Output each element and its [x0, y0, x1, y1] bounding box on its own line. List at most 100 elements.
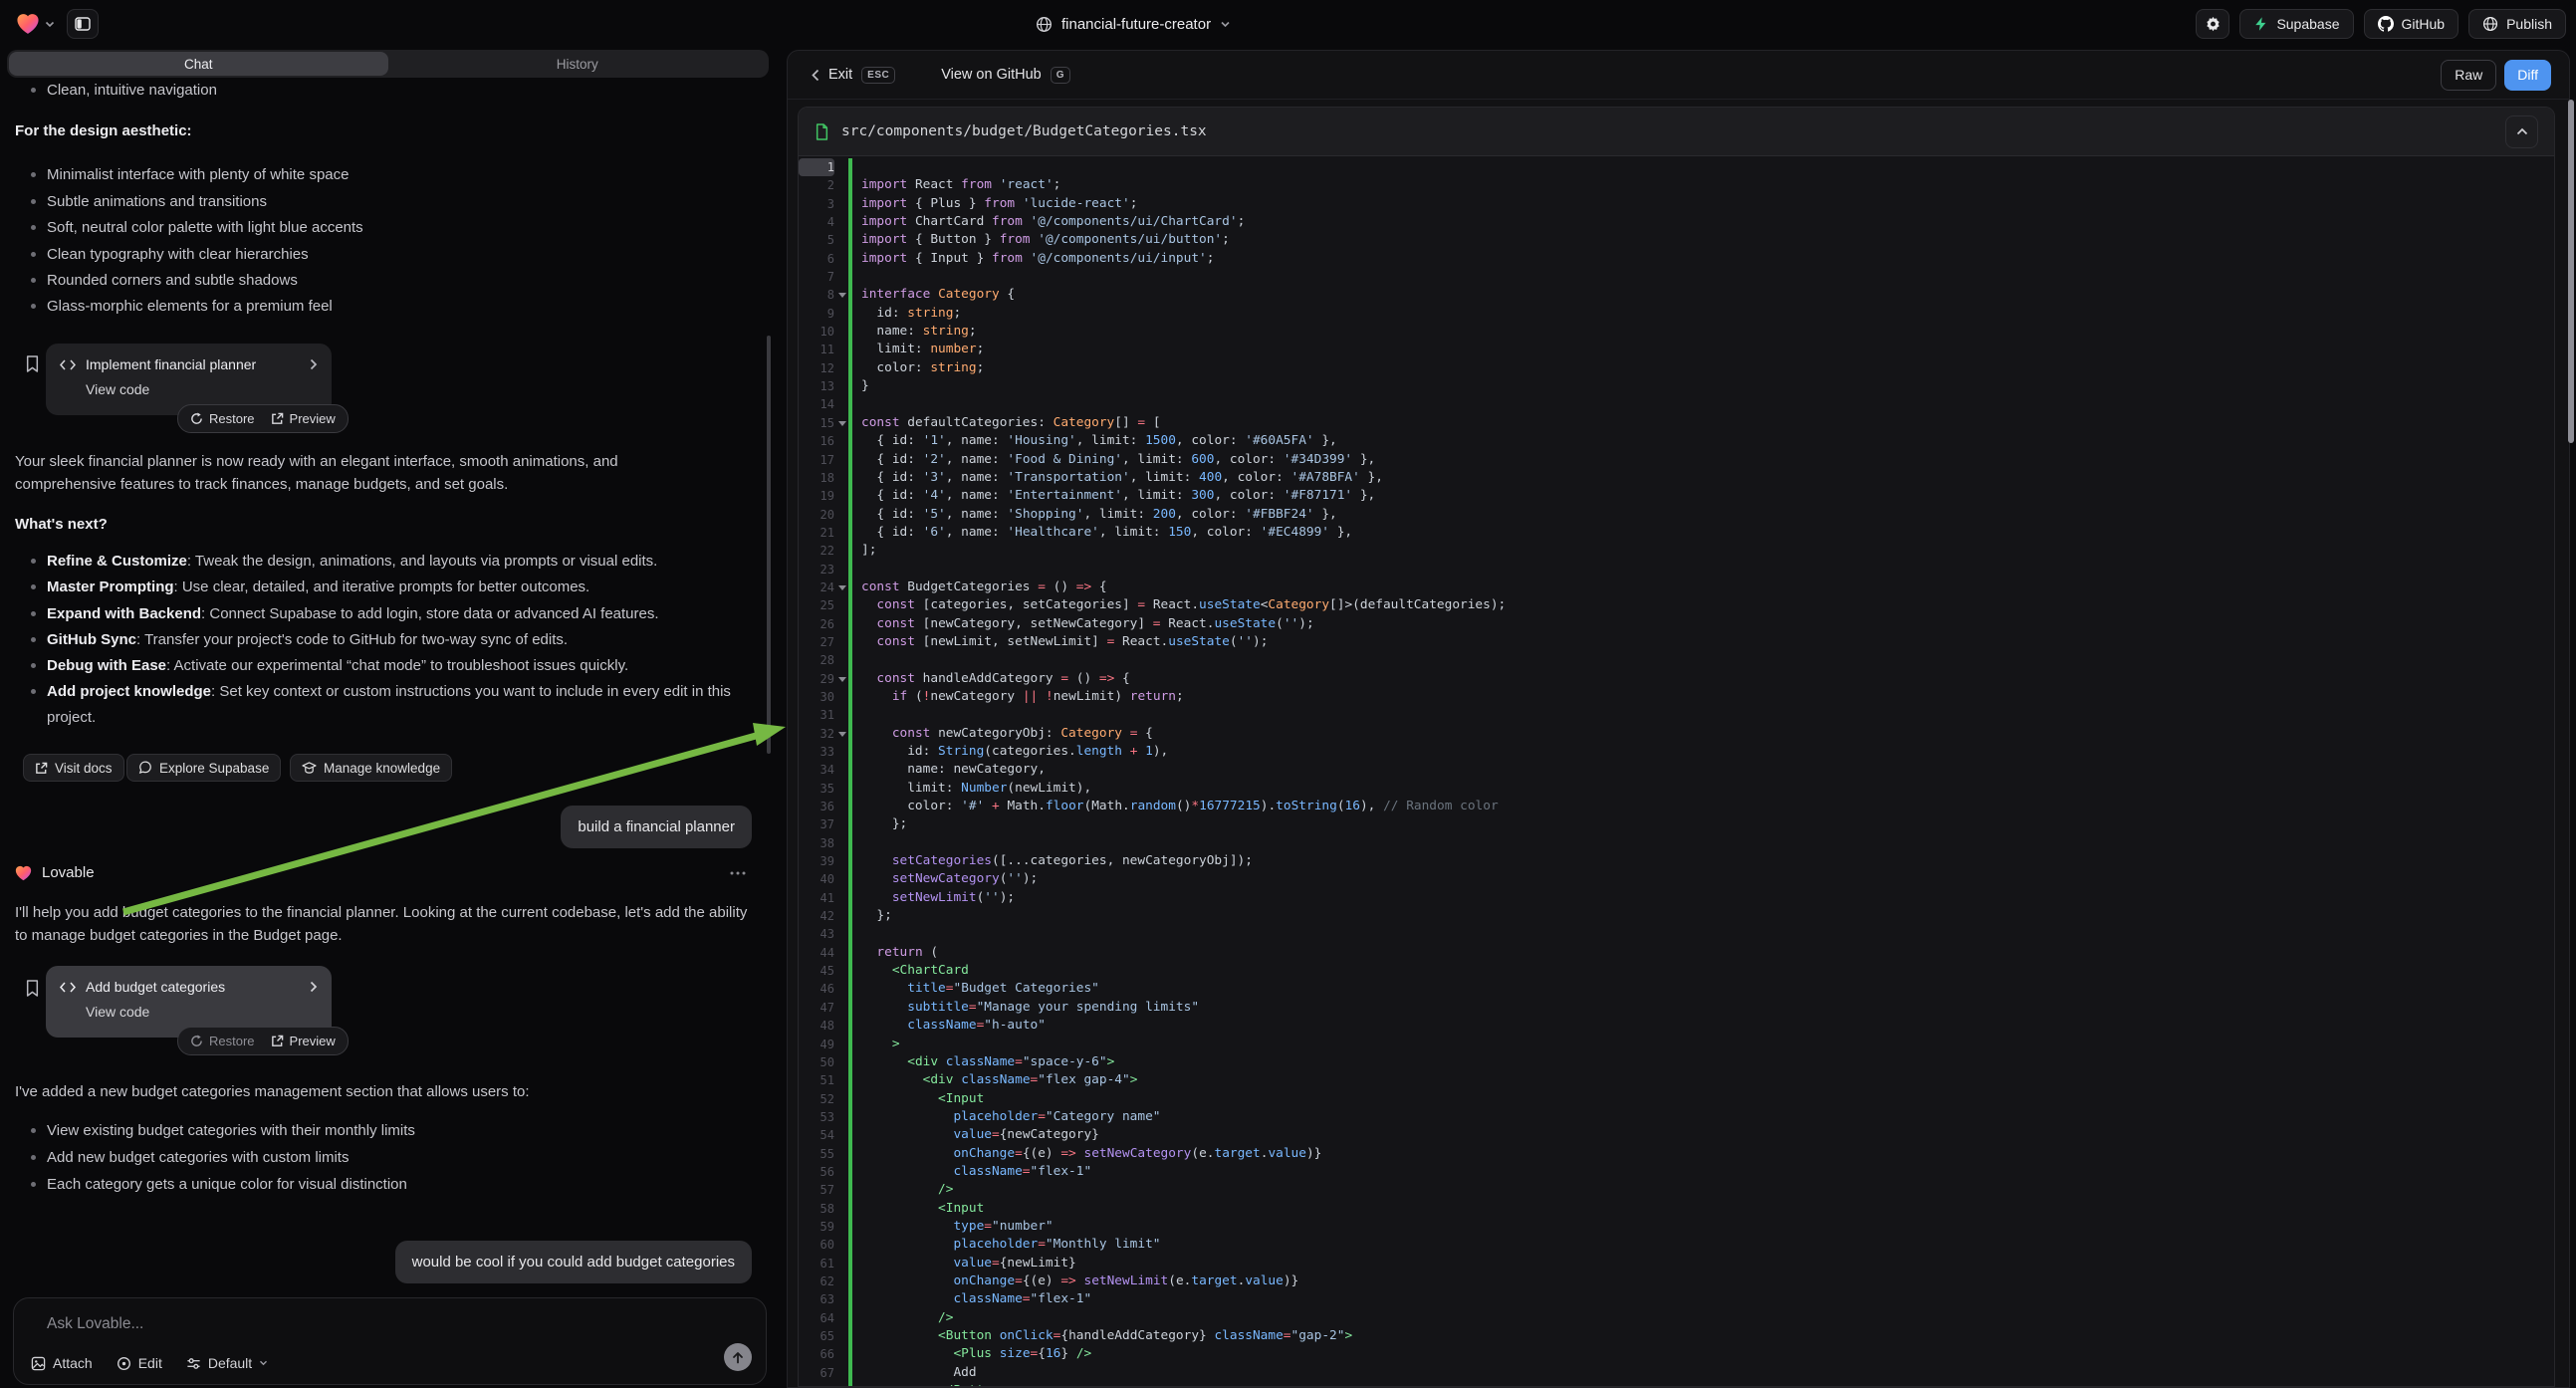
edit-button[interactable]: Edit	[117, 1355, 162, 1371]
restore-button[interactable]: Restore	[190, 411, 255, 426]
code-line: 43	[799, 925, 2554, 943]
project-switcher[interactable]: financial-future-creator	[1036, 0, 1231, 48]
assistant-header: Lovable	[15, 864, 752, 881]
code-line: 8interface Category {	[799, 286, 2554, 304]
diff-added-gutter	[848, 1255, 852, 1272]
diff-added-gutter	[848, 1108, 852, 1126]
view-code-link[interactable]: View code	[86, 381, 318, 397]
raw-toggle-button[interactable]: Raw	[2441, 60, 2496, 91]
tab-history[interactable]: History	[388, 52, 768, 76]
publish-button[interactable]: Publish	[2468, 9, 2566, 39]
external-link-icon	[271, 1035, 284, 1047]
code-line: 38	[799, 834, 2554, 852]
esc-kbd-badge: ESC	[861, 67, 895, 84]
external-link-icon	[35, 762, 48, 775]
bookmark-icon[interactable]	[25, 354, 40, 373]
added-paragraph: I've added a new budget categories manag…	[15, 1080, 760, 1103]
file-path: src/components/budget/BudgetCategories.t…	[841, 123, 1207, 139]
code-line: 20 { id: '5', name: 'Shopping', limit: 2…	[799, 506, 2554, 524]
view-code-link[interactable]: View code	[86, 1004, 318, 1020]
code-scrollbar[interactable]	[2568, 100, 2574, 443]
diff-added-gutter	[848, 615, 852, 633]
diff-added-gutter	[848, 1327, 852, 1345]
diff-added-gutter	[848, 1309, 852, 1327]
code-line: 12 color: string;	[799, 359, 2554, 377]
code-line: 4import ChartCard from '@/components/ui/…	[799, 213, 2554, 231]
code-line: 3import { Plus } from 'lucide-react';	[799, 195, 2554, 213]
code-line: 46 title="Budget Categories"	[799, 980, 2554, 998]
code-line: 18 { id: '3', name: 'Transportation', li…	[799, 469, 2554, 487]
explore-supabase-button[interactable]: Explore Supabase	[126, 754, 281, 782]
code-line: 57 />	[799, 1181, 2554, 1199]
publish-globe-icon	[2482, 16, 2498, 32]
diff-added-gutter	[848, 1053, 852, 1071]
code-line: 48 className="h-auto"	[799, 1017, 2554, 1035]
fold-chevron-icon[interactable]	[834, 725, 848, 743]
github-button[interactable]: GitHub	[2364, 9, 2459, 39]
file-header[interactable]: src/components/budget/BudgetCategories.t…	[799, 108, 2554, 156]
code-line: 63 className="flex-1"	[799, 1290, 2554, 1308]
code-panel: Exit ESC View on GitHub G Raw Diff src/c…	[787, 50, 2570, 1388]
view-on-github-button[interactable]: View on GitHub G	[935, 66, 1076, 85]
code-line: 67 Add	[799, 1364, 2554, 1382]
diff-added-gutter	[848, 359, 852, 377]
fold-chevron-icon[interactable]	[834, 414, 848, 432]
chat-scrollbar[interactable]	[767, 336, 771, 754]
exit-button[interactable]: Exit ESC	[806, 66, 901, 85]
supabase-button[interactable]: Supabase	[2239, 9, 2353, 39]
sliders-icon	[186, 1356, 201, 1371]
code-line: 59 type="number"	[799, 1218, 2554, 1236]
tab-chat[interactable]: Chat	[9, 52, 388, 76]
diff-added-gutter	[848, 231, 852, 249]
image-attach-icon	[31, 1356, 46, 1371]
visit-docs-button[interactable]: Visit docs	[23, 754, 124, 782]
diff-added-gutter	[848, 1364, 852, 1382]
chevron-left-icon	[812, 69, 820, 82]
chat-input[interactable]	[45, 1314, 646, 1334]
file-card: src/components/budget/BudgetCategories.t…	[798, 107, 2555, 1387]
diff-added-gutter	[848, 268, 852, 286]
bookmark-icon[interactable]	[25, 979, 40, 998]
collapse-file-button[interactable]	[2505, 116, 2538, 148]
fold-chevron-icon[interactable]	[834, 670, 848, 688]
code-icon	[60, 359, 76, 370]
preview-button[interactable]: Preview	[271, 1034, 336, 1048]
diff-added-gutter	[848, 1382, 852, 1386]
mode-selector[interactable]: Default	[186, 1355, 268, 1371]
list-item: Rounded corners and subtle shadows	[30, 268, 756, 294]
settings-button[interactable]	[2196, 9, 2229, 39]
diff-added-gutter	[848, 1090, 852, 1108]
diff-added-gutter	[848, 1145, 852, 1163]
user-message: would be cool if you could add budget ca…	[395, 1241, 752, 1283]
code-line: 27 const [newLimit, setNewLimit] = React…	[799, 633, 2554, 651]
fold-chevron-icon[interactable]	[834, 286, 848, 304]
code-line: 42 };	[799, 907, 2554, 925]
code-line: 16 { id: '1', name: 'Housing', limit: 15…	[799, 432, 2554, 450]
fold-chevron-icon[interactable]	[834, 578, 848, 596]
code-line: 13}	[799, 377, 2554, 395]
code-line: 61 value={newLimit}	[799, 1255, 2554, 1272]
chat-bubble-icon	[138, 761, 152, 775]
send-button[interactable]	[724, 1343, 752, 1371]
diff-added-gutter	[848, 725, 852, 743]
list-item: GitHub Sync: Transfer your project's cod…	[30, 627, 756, 653]
code-line: 51 <div className="flex gap-4">	[799, 1071, 2554, 1089]
version-actions: Restore Preview	[177, 1027, 349, 1055]
attach-button[interactable]: Attach	[31, 1355, 93, 1371]
code-line: 66 <Plus size={16} />	[799, 1345, 2554, 1363]
diff-added-gutter	[848, 542, 852, 560]
diff-added-gutter	[848, 633, 852, 651]
code-lines[interactable]: 12import React from 'react';3import { Pl…	[799, 156, 2554, 1386]
list-item: Minimalist interface with plenty of whit…	[30, 162, 756, 188]
preview-button[interactable]: Preview	[271, 411, 336, 426]
restore-button[interactable]: Restore	[190, 1034, 255, 1048]
list-item: Expand with Backend: Connect Supabase to…	[30, 601, 756, 627]
user-message: build a financial planner	[561, 806, 752, 848]
diff-toggle-button[interactable]: Diff	[2504, 60, 2551, 91]
more-options-icon[interactable]	[724, 870, 752, 876]
manage-knowledge-button[interactable]: Manage knowledge	[290, 754, 452, 782]
code-line: 26 const [newCategory, setNewCategory] =…	[799, 615, 2554, 633]
diff-added-gutter	[848, 1236, 852, 1254]
diff-added-gutter	[848, 195, 852, 213]
arrow-up-icon	[732, 1351, 744, 1364]
